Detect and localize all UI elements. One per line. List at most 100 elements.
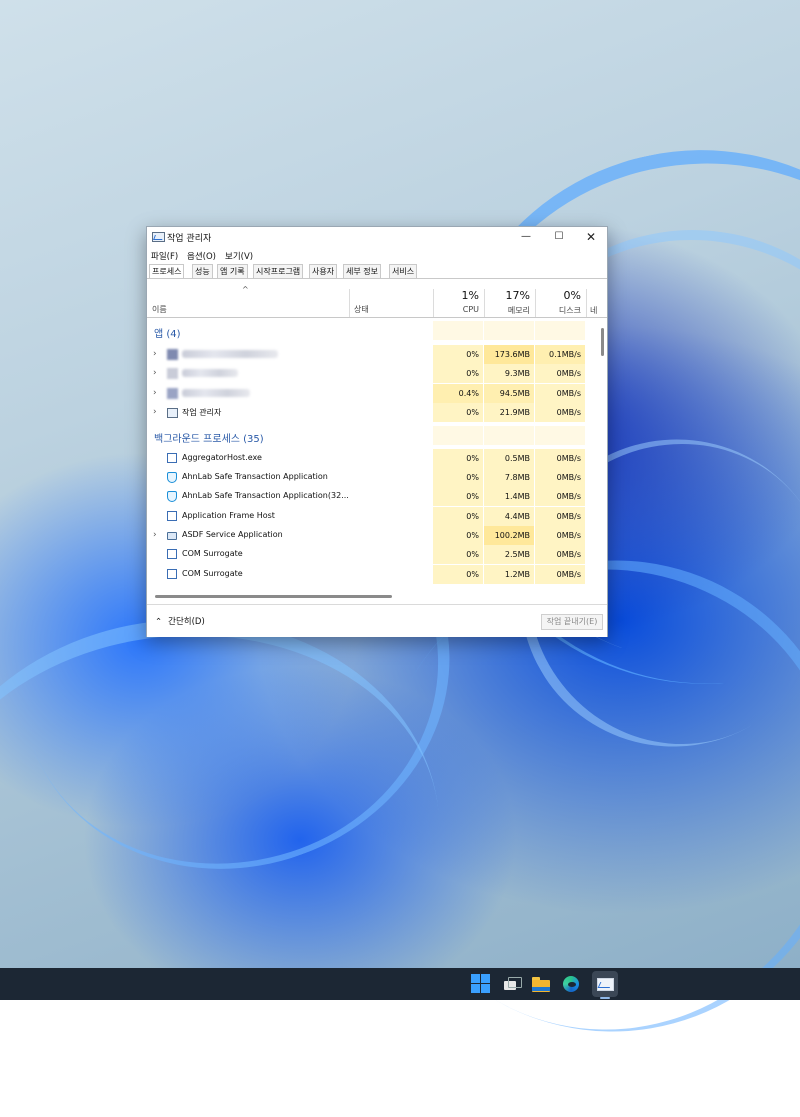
maximize-button[interactable]: ☐ — [544, 229, 574, 245]
cell-cpu: 0% — [433, 468, 483, 487]
group-label: 앱 (4) — [154, 329, 181, 340]
minimize-button[interactable]: — — [511, 229, 541, 245]
shield-icon — [167, 491, 177, 502]
cell-cpu: 0% — [433, 403, 483, 422]
column-divider[interactable] — [535, 289, 536, 317]
process-name: COM Surrogate — [182, 569, 243, 578]
cell-memory: 1.2MB — [484, 565, 534, 584]
table-row[interactable]: AhnLab Safe Transaction Application 0% 7… — [147, 468, 599, 487]
edge-icon[interactable] — [560, 973, 582, 995]
cell-cpu: 0% — [433, 526, 483, 545]
chevron-right-icon[interactable]: › — [153, 530, 157, 540]
horizontal-scroll-thumb[interactable] — [155, 595, 392, 598]
task-manager-icon[interactable] — [592, 971, 618, 997]
end-task-button[interactable]: 작업 끝내기(E) — [541, 614, 603, 630]
tab-users[interactable]: 사용자 — [309, 264, 338, 278]
task-manager-icon — [152, 232, 165, 242]
table-row[interactable]: › 0% 9.3MB 0MB/s — [147, 364, 599, 383]
fewer-details-label: 간단히(D) — [168, 617, 205, 627]
tab-performance[interactable]: 성능 — [192, 264, 213, 278]
cpu-total: 1% — [461, 289, 479, 302]
cell-memory: 2.5MB — [484, 545, 534, 564]
cell-memory: 94.5MB — [484, 384, 534, 403]
column-memory[interactable]: 메모리 — [488, 305, 530, 316]
column-divider[interactable] — [586, 289, 587, 317]
app-icon — [167, 388, 178, 399]
cell-cpu: 0.4% — [433, 384, 483, 403]
cell-disk: 0MB/s — [535, 526, 585, 545]
cell-disk: 0MB/s — [535, 507, 585, 526]
table-row[interactable]: › 0.4% 94.5MB 0MB/s — [147, 384, 599, 403]
process-name: COM Surrogate — [182, 549, 243, 558]
start-icon[interactable] — [470, 973, 492, 995]
table-row[interactable]: COM Surrogate 0% 1.2MB 0MB/s — [147, 565, 599, 584]
cell-cpu — [433, 426, 483, 445]
table-row[interactable]: › 0% 173.6MB 0.1MB/s — [147, 345, 599, 364]
tab-details[interactable]: 세부 정보 — [343, 264, 381, 278]
process-name: AhnLab Safe Transaction Application — [182, 472, 328, 481]
menu-view[interactable]: 보기(V) — [225, 250, 253, 262]
cell-cpu — [433, 321, 483, 340]
app-icon — [167, 368, 178, 379]
cell-disk: 0MB/s — [535, 449, 585, 468]
cell-memory — [484, 426, 534, 445]
title-bar[interactable]: 작업 관리자 — ☐ ✕ — [147, 227, 607, 247]
task-manager-icon — [167, 408, 178, 418]
chevron-right-icon[interactable]: › — [153, 388, 157, 398]
window-icon — [167, 453, 177, 463]
shield-icon — [167, 472, 177, 483]
chevron-right-icon[interactable]: › — [153, 407, 157, 417]
close-button[interactable]: ✕ — [576, 229, 606, 245]
column-status[interactable]: 상태 — [354, 304, 369, 315]
tab-services[interactable]: 서비스 — [389, 264, 418, 278]
tab-processes[interactable]: 프로세스 — [149, 264, 185, 279]
cell-disk: 0MB/s — [535, 468, 585, 487]
column-divider[interactable] — [484, 289, 485, 317]
table-row[interactable]: › ASDF Service Application 0% 100.2MB 0M… — [147, 526, 599, 545]
cell-disk: 0MB/s — [535, 364, 585, 383]
process-name: 작업 관리자 — [182, 408, 222, 417]
cell-memory: 9.3MB — [484, 364, 534, 383]
app-icon — [167, 349, 178, 360]
chevron-right-icon[interactable]: › — [153, 349, 157, 359]
table-row[interactable]: Application Frame Host 0% 4.4MB 0MB/s — [147, 507, 599, 526]
menu-options[interactable]: 옵션(O) — [187, 250, 216, 262]
cell-cpu: 0% — [433, 545, 483, 564]
cell-cpu: 0% — [433, 507, 483, 526]
cell-memory: 0.5MB — [484, 449, 534, 468]
column-cpu[interactable]: CPU — [437, 305, 479, 314]
table-row[interactable]: AhnLab Safe Transaction Application(32..… — [147, 487, 599, 506]
column-divider[interactable] — [433, 289, 434, 317]
fewer-details-button[interactable]: ⌃ 간단히(D) — [155, 615, 205, 627]
column-network[interactable]: 네 — [590, 305, 604, 316]
column-disk[interactable]: 디스크 — [539, 305, 581, 316]
horizontal-scrollbar[interactable] — [147, 591, 607, 601]
vertical-scrollbar[interactable] — [599, 318, 607, 591]
menu-file[interactable]: 파일(F) — [151, 250, 178, 262]
cell-disk: 0MB/s — [535, 565, 585, 584]
tab-strip: 프로세스 성능 앱 기록 시작프로그램 사용자 세부 정보 서비스 — [149, 264, 605, 279]
process-list[interactable]: 앱 (4) › 0% 173.6MB 0.1MB/s › 0% 9.3MB 0M… — [147, 318, 599, 591]
vertical-scroll-thumb[interactable] — [601, 328, 604, 356]
cell-memory — [484, 321, 534, 340]
group-header-background[interactable]: 백그라운드 프로세스 (35) — [147, 426, 599, 445]
chevron-right-icon[interactable]: › — [153, 368, 157, 378]
column-divider[interactable] — [349, 289, 350, 317]
process-name: Application Frame Host — [182, 511, 275, 520]
table-row[interactable]: AggregatorHost.exe 0% 0.5MB 0MB/s — [147, 449, 599, 468]
task-view-icon[interactable] — [500, 973, 522, 995]
window-icon — [167, 511, 177, 521]
table-row[interactable]: COM Surrogate 0% 2.5MB 0MB/s — [147, 545, 599, 564]
cell-disk — [535, 321, 585, 340]
file-explorer-icon[interactable] — [530, 973, 552, 995]
cell-memory: 1.4MB — [484, 487, 534, 506]
sort-arrow-icon: ^ — [242, 285, 249, 294]
table-row[interactable]: › 작업 관리자 0% 21.9MB 0MB/s — [147, 403, 599, 422]
cell-disk: 0MB/s — [535, 384, 585, 403]
column-name[interactable]: 이름 — [152, 304, 167, 315]
group-header-apps[interactable]: 앱 (4) — [147, 321, 599, 340]
cell-cpu: 0% — [433, 364, 483, 383]
tab-app-history[interactable]: 앱 기록 — [217, 264, 248, 278]
tab-startup[interactable]: 시작프로그램 — [253, 264, 304, 278]
process-name: AggregatorHost.exe — [182, 453, 262, 462]
